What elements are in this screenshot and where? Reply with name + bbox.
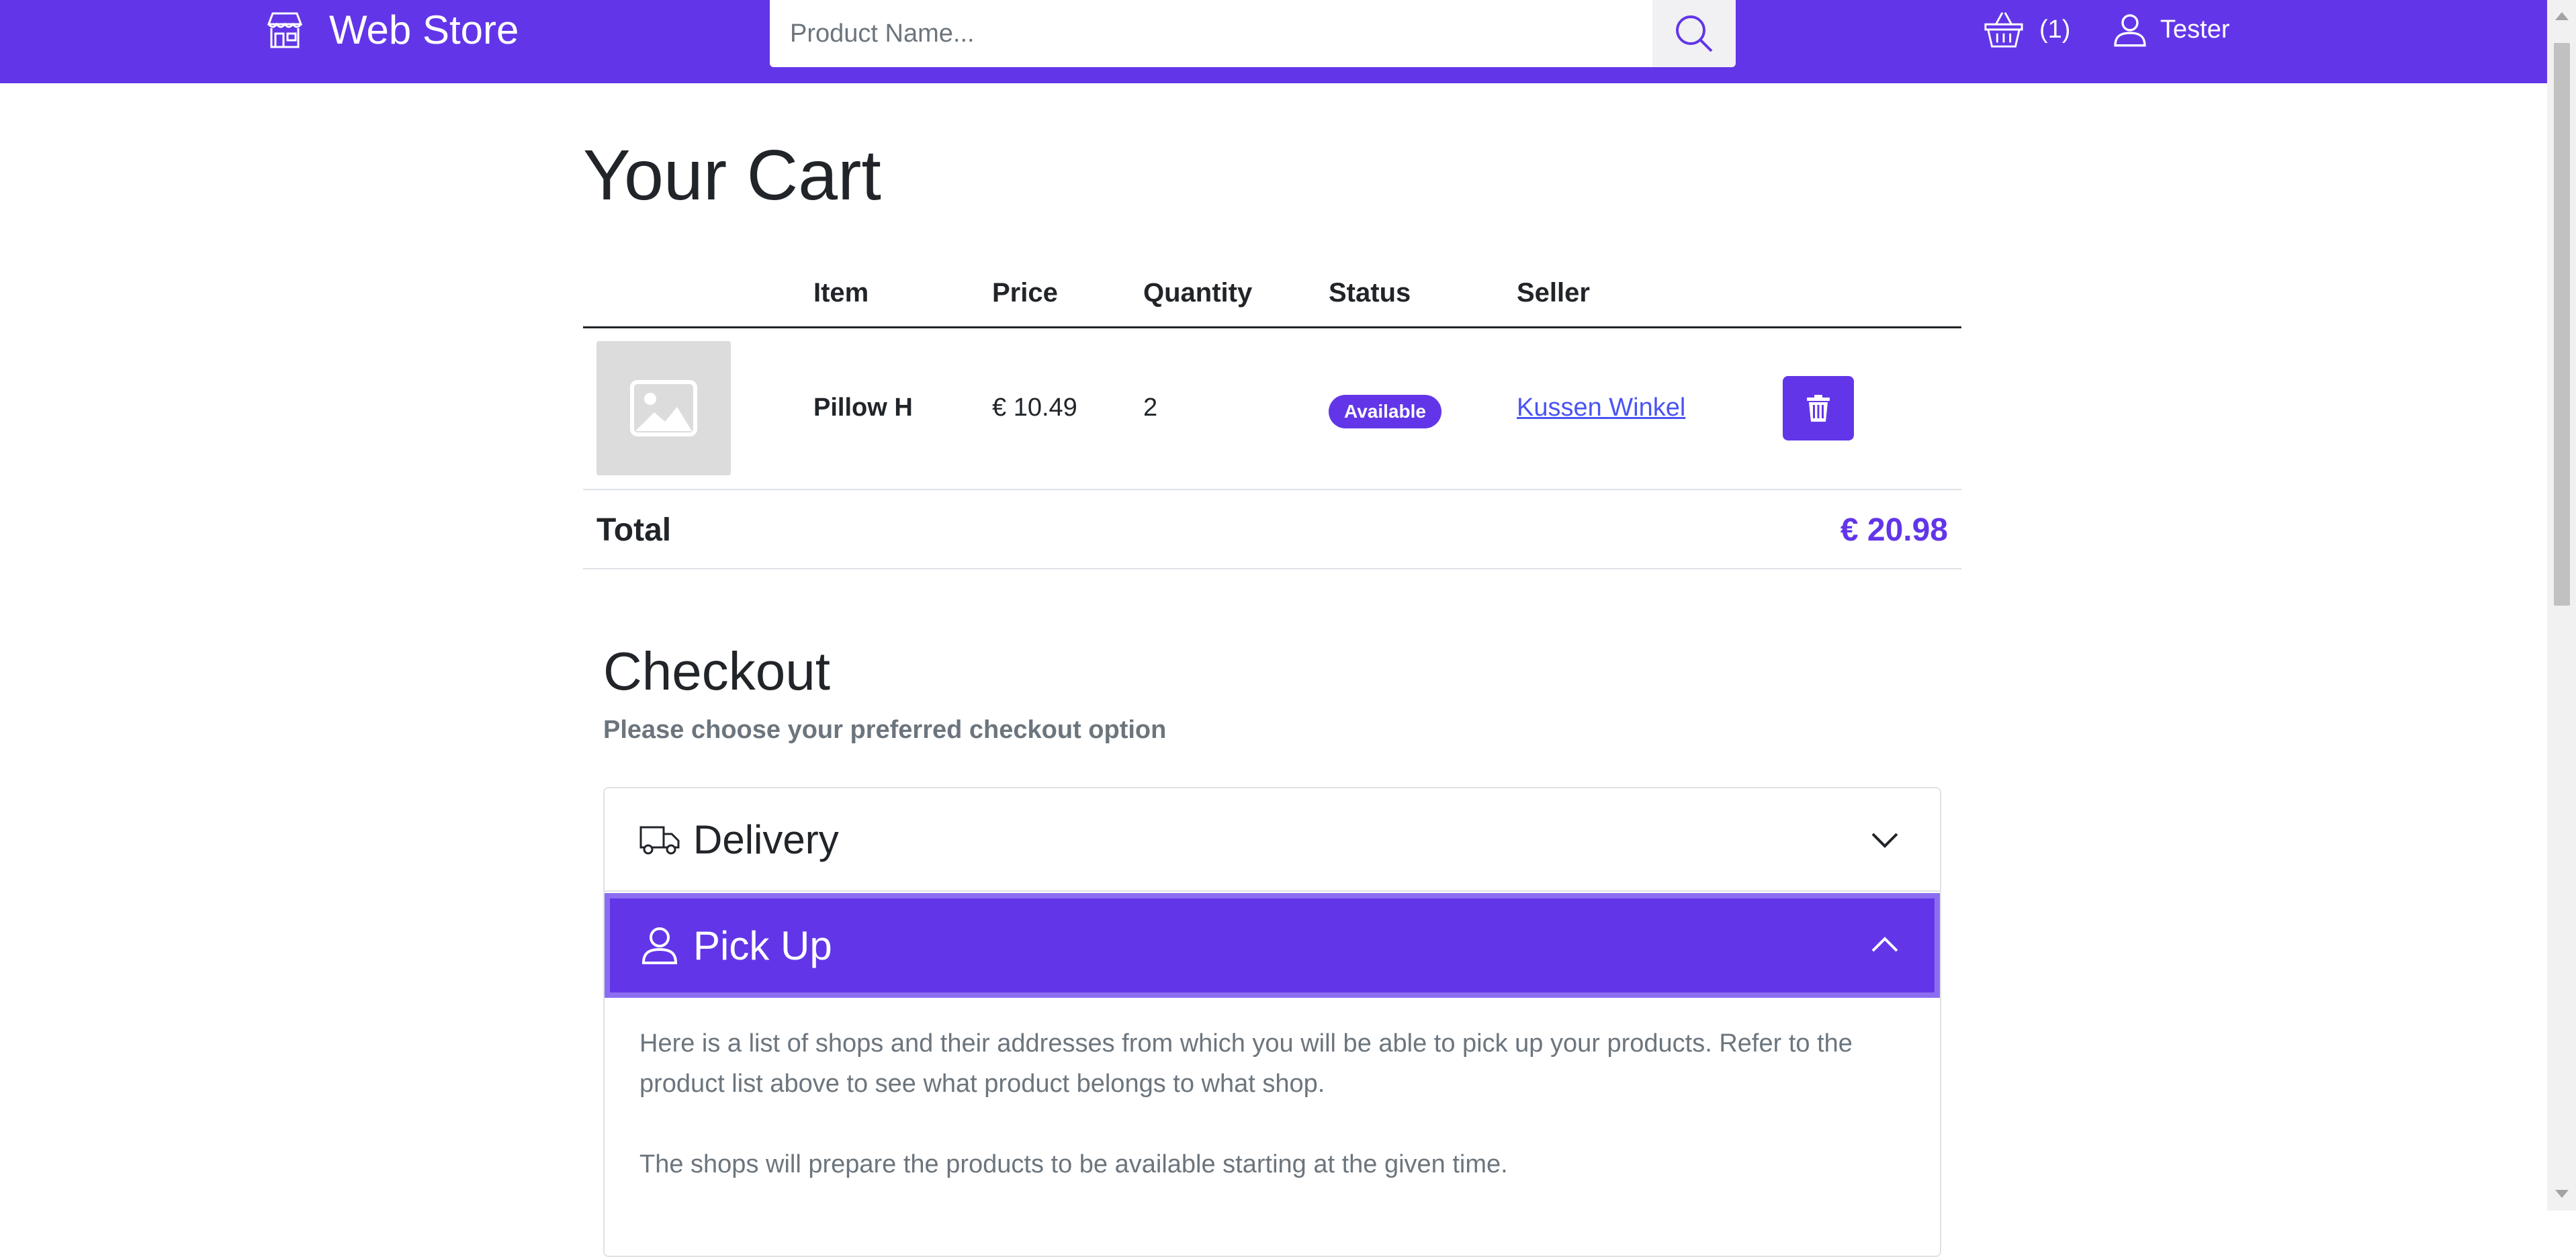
checkout-subtitle: Please choose your preferred checkout op…	[603, 716, 1167, 744]
top-navbar: Web Store (1) Tester	[0, 0, 2547, 83]
search-input[interactable]	[770, 0, 1652, 67]
search-icon	[1676, 15, 1713, 52]
column-header-quantity: Quantity	[1143, 278, 1253, 308]
column-header-price: Price	[992, 278, 1058, 308]
cart-link[interactable]: (1)	[1983, 8, 2070, 51]
scroll-up-arrow-icon[interactable]	[2555, 12, 2569, 20]
user-menu[interactable]: Tester	[2112, 8, 2229, 51]
search-bar	[770, 0, 1736, 67]
cart-item-price: € 10.49	[992, 393, 1077, 422]
brand-name: Web Store	[329, 7, 519, 52]
scroll-thumb[interactable]	[2554, 43, 2570, 606]
checkout-options-accordion: Delivery Pick Up Here is a list of shops…	[603, 787, 1941, 1257]
column-header-status: Status	[1329, 278, 1411, 308]
scroll-down-arrow-icon[interactable]	[2555, 1190, 2569, 1198]
store-icon	[267, 12, 303, 48]
checkout-title: Checkout	[603, 641, 830, 701]
total-divider	[583, 568, 1961, 569]
delivery-option-label: Delivery	[693, 817, 839, 862]
column-header-seller: Seller	[1517, 278, 1590, 308]
brand[interactable]: Web Store	[263, 7, 519, 52]
user-name: Tester	[2160, 15, 2230, 44]
product-image-placeholder	[596, 341, 731, 475]
chevron-down-icon	[1871, 833, 1898, 848]
column-header-item: Item	[813, 278, 869, 308]
total-value: € 20.98	[1840, 512, 1948, 548]
scrollbar[interactable]	[2547, 0, 2576, 1211]
status-badge: Available	[1329, 395, 1441, 428]
truck-icon	[639, 826, 680, 855]
table-row-divider	[583, 489, 1961, 490]
person-icon	[2114, 14, 2146, 47]
cart-item-name: Pillow H	[813, 393, 913, 422]
person-icon	[641, 927, 678, 964]
search-button[interactable]	[1652, 0, 1736, 67]
delivery-option-header[interactable]: Delivery	[605, 788, 1940, 892]
chevron-up-icon	[1871, 937, 1898, 952]
basket-icon	[1984, 12, 2023, 48]
image-icon	[630, 380, 697, 436]
seller-link[interactable]: Kussen Winkel	[1517, 393, 1685, 422]
pickup-description: Here is a list of shops and their addres…	[639, 1029, 1853, 1098]
table-header-divider	[583, 326, 1961, 328]
cart-count: (1)	[2039, 15, 2071, 44]
pickup-availability-note: The shops will prepare the products to b…	[639, 1150, 1508, 1178]
cart-item-quantity: 2	[1143, 393, 1158, 422]
pickup-option-label: Pick Up	[693, 923, 832, 968]
page-title: Your Cart	[583, 136, 881, 215]
pickup-option-body: Here is a list of shops and their addres…	[639, 1023, 1909, 1225]
pickup-option-header[interactable]: Pick Up	[605, 893, 1940, 998]
total-label: Total	[596, 512, 672, 548]
trash-icon	[1807, 395, 1830, 422]
remove-item-button[interactable]	[1783, 376, 1854, 440]
